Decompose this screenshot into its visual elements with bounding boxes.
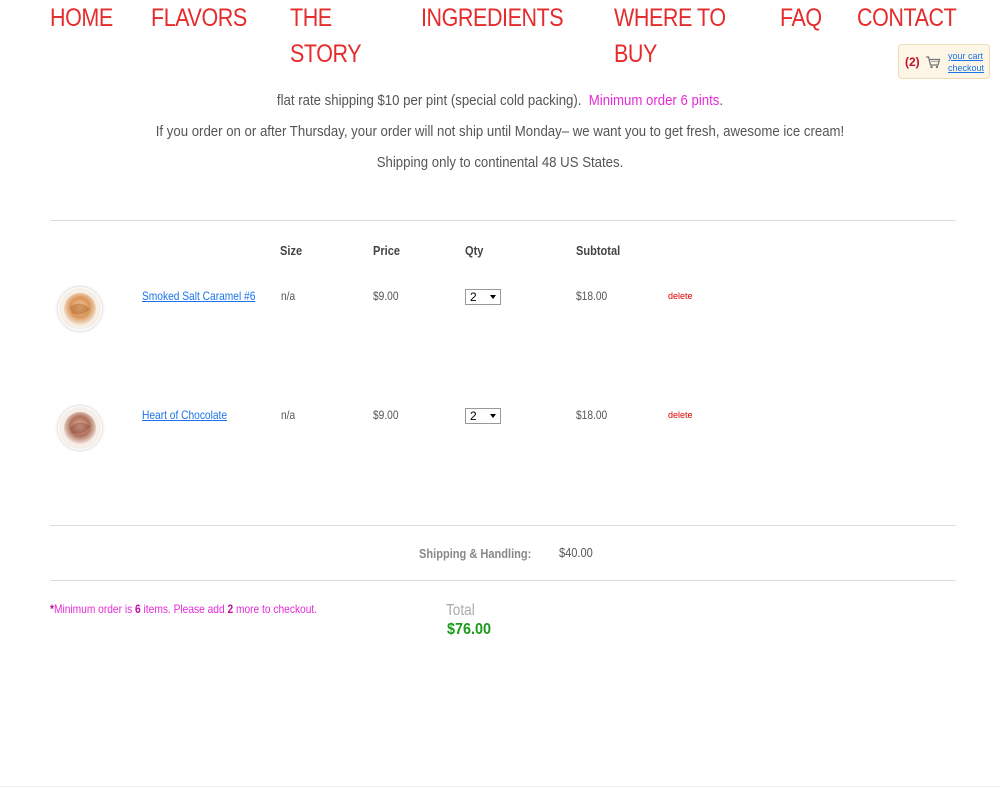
nav-home[interactable]: HOME — [50, 0, 113, 40]
divider-bottom — [50, 580, 956, 581]
notice-period: . — [719, 92, 724, 109]
flat-rate-text: flat rate shipping $10 per pint (special… — [276, 92, 582, 109]
size-value: n/a — [281, 289, 296, 303]
quantity-value: 2 — [470, 409, 477, 423]
nav-contact[interactable]: CONTACT — [857, 0, 957, 40]
total-value: $76.00 — [447, 621, 492, 638]
warning-text-1: Minimum order is — [53, 602, 136, 616]
quantity-select[interactable]: 2 — [465, 289, 501, 305]
nav-where-to-buy[interactable]: WHERE TO BUY — [614, 0, 733, 68]
header-price: Price — [373, 243, 401, 258]
cart-widget: (2) your cart checkout — [898, 44, 990, 79]
shipping-label: Shipping & Handling: — [419, 546, 532, 561]
divider-middle — [50, 525, 956, 526]
quantity-select[interactable]: 2 — [465, 408, 501, 424]
product-thumbnail[interactable] — [58, 406, 102, 450]
notice-line-3: Shipping only to continental 48 US State… — [376, 154, 624, 171]
nav-flavors[interactable]: FLAVORS — [151, 0, 247, 40]
delete-button[interactable]: delete — [668, 291, 693, 301]
notice-line-2: If you order on or after Thursday, your … — [155, 123, 845, 140]
shopping-cart-icon — [926, 56, 941, 69]
product-link[interactable]: Heart of Chocolate — [142, 408, 227, 422]
chevron-down-icon — [490, 295, 496, 299]
price-value: $9.00 — [373, 289, 399, 303]
divider-top — [50, 220, 956, 221]
quantity-value: 2 — [470, 290, 477, 304]
header-qty: Qty — [465, 243, 484, 258]
nav-faq[interactable]: FAQ — [780, 0, 822, 40]
footer-divider — [0, 786, 1000, 787]
product-link[interactable]: Smoked Salt Caramel #6 — [142, 289, 255, 303]
delete-button[interactable]: delete — [668, 410, 693, 420]
shipping-notice: flat rate shipping $10 per pint (special… — [0, 85, 1000, 178]
header-subtotal: Subtotal — [576, 243, 621, 258]
subtotal-value: $18.00 — [576, 289, 608, 303]
main-nav: HOME FLAVORS THE STORY INGREDIENTS WHERE… — [50, 0, 1000, 68]
size-value: n/a — [281, 408, 296, 422]
product-thumbnail[interactable] — [58, 287, 102, 331]
checkout-link[interactable]: checkout — [948, 62, 984, 74]
nav-ingredients[interactable]: INGREDIENTS — [421, 0, 564, 40]
header-size: Size — [280, 243, 303, 258]
minimum-order-warning: *Minimum order is 6 items. Please add 2 … — [50, 602, 317, 616]
subtotal-value: $18.00 — [576, 408, 608, 422]
total-label: Total — [446, 602, 475, 619]
price-value: $9.00 — [373, 408, 399, 422]
minimum-order-text: Minimum order 6 pints — [588, 92, 720, 109]
nav-the-story[interactable]: THE STORY — [290, 0, 378, 68]
chevron-down-icon — [490, 414, 496, 418]
warning-text-2: items. Please add — [140, 602, 228, 616]
warning-text-3: more to checkout. — [233, 602, 318, 616]
shipping-value: $40.00 — [559, 545, 593, 560]
notice-line-1: flat rate shipping $10 per pint (special… — [60, 85, 940, 116]
your-cart-link[interactable]: your cart — [948, 50, 984, 62]
cart-count: (2) — [905, 55, 920, 69]
